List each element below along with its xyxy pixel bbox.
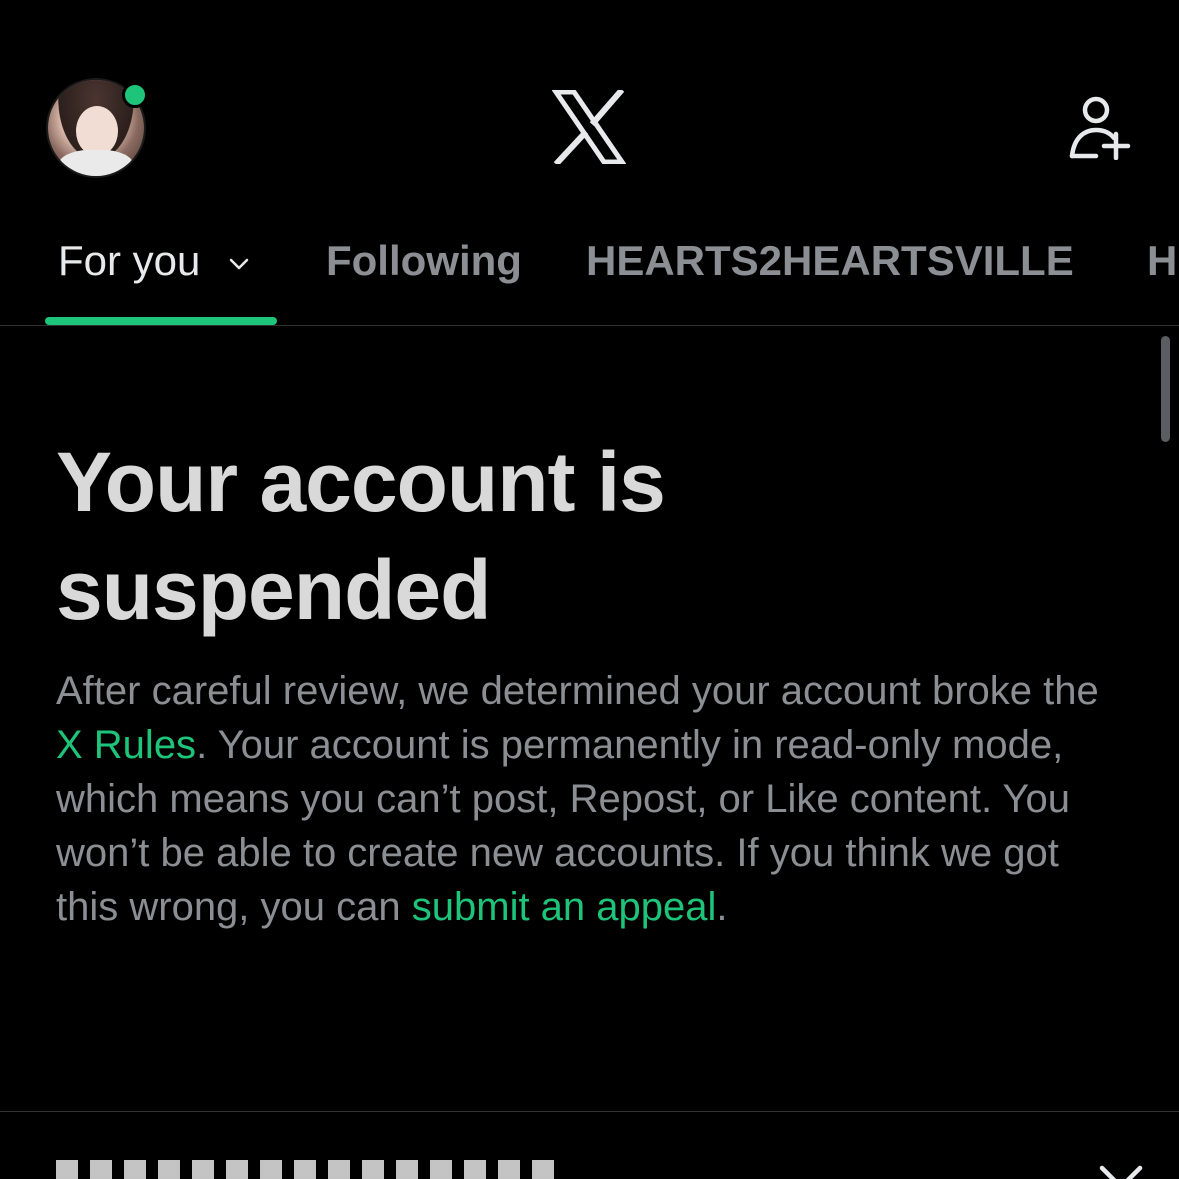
suspension-message-part3: .	[716, 885, 728, 929]
tab-for-you[interactable]: For you	[58, 230, 250, 326]
top-bar	[0, 0, 1179, 220]
presence-indicator	[122, 82, 148, 108]
tab-hearts2heartsville-label: HEARTS2HEARTSVILLE	[586, 237, 1074, 284]
content-divider	[0, 1111, 1179, 1112]
tab-hearts2heartsville[interactable]: HEARTS2HEARTSVILLE	[586, 230, 1074, 326]
submit-appeal-link[interactable]: submit an appeal	[412, 885, 717, 929]
close-icon[interactable]	[1096, 1162, 1146, 1179]
tab-for-you-label: For you	[58, 237, 201, 284]
suspension-message-part1: After careful review, we determined your…	[56, 669, 1099, 713]
add-user-icon[interactable]	[1066, 96, 1132, 160]
scrollbar[interactable]	[1161, 336, 1170, 442]
avatar-face	[76, 106, 118, 156]
cutoff-text-row	[56, 1160, 556, 1179]
tab-overflow-label: H	[1147, 237, 1178, 284]
tabs-divider	[0, 325, 1179, 326]
tab-overflow[interactable]: H	[1147, 230, 1177, 326]
avatar-shirt	[58, 150, 134, 176]
x-rules-link[interactable]: X Rules	[56, 723, 196, 767]
x-logo-icon[interactable]	[552, 90, 626, 164]
active-tab-indicator	[45, 317, 277, 325]
tab-following[interactable]: Following	[326, 230, 522, 326]
timeline-tabs: For you Following HEARTS2HEARTSVILLE H	[0, 230, 1179, 326]
tab-following-label: Following	[326, 237, 522, 284]
suspension-message: After careful review, we determined your…	[56, 664, 1126, 934]
app-screen: For you Following HEARTS2HEARTSVILLE H Y…	[0, 0, 1179, 1179]
suspension-title: Your account is suspended	[56, 435, 666, 637]
chevron-down-icon	[229, 258, 249, 270]
